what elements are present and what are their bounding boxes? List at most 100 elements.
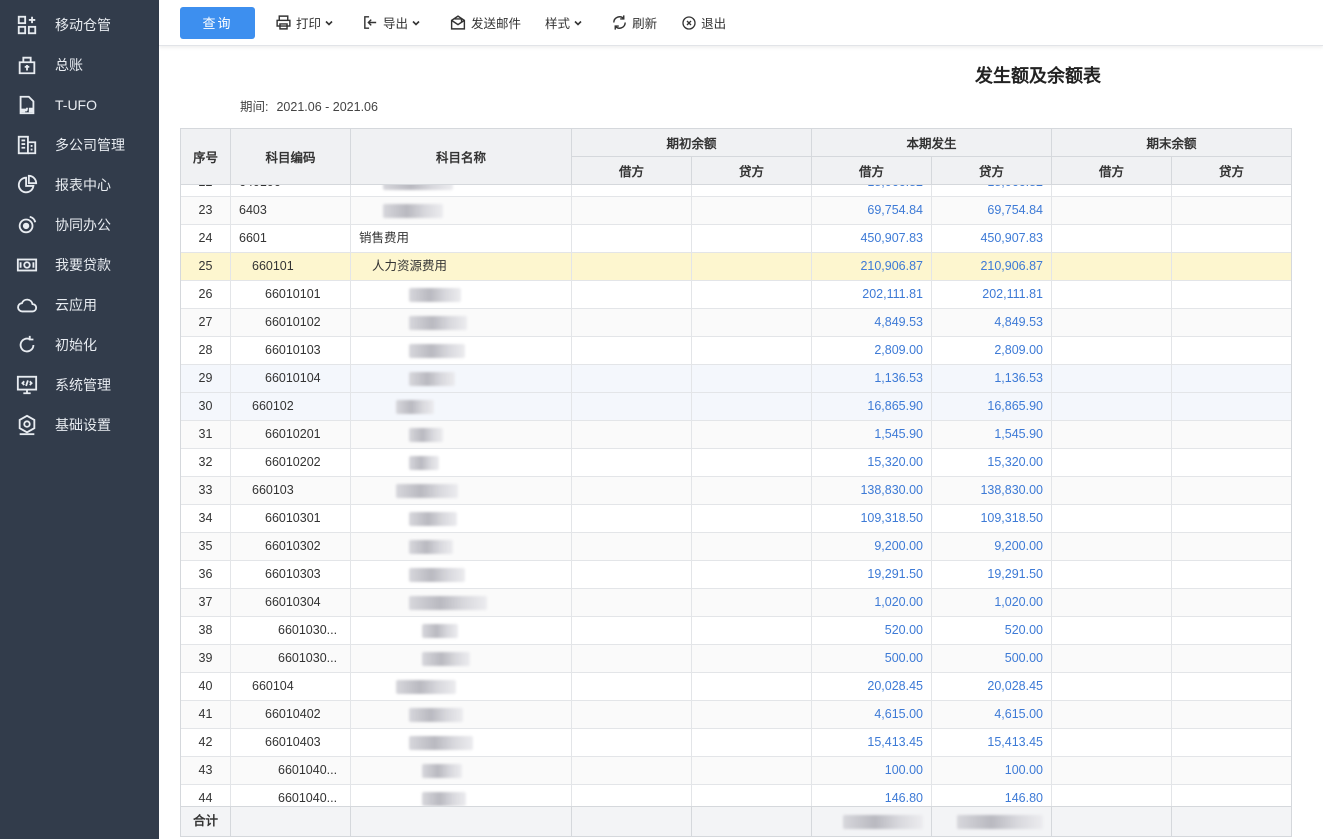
row-current-credit: 19,291.50 — [932, 561, 1052, 588]
total-opening-debit — [572, 807, 692, 836]
total-label: 合计 — [181, 807, 231, 836]
query-button[interactable]: 查询 — [180, 6, 255, 39]
row-current-credit: 1,545.90 — [932, 421, 1052, 448]
row-current-debit: 4,615.00 — [812, 701, 932, 728]
table-row[interactable]: 44 6601040... 146.80 146.80 — [181, 785, 1291, 808]
table-rows: 22640106 18,066.8218,066.82 236403 69,754.8… — [181, 185, 1291, 808]
table-row[interactable]: 43 6601040... 100.00 100.00 — [181, 757, 1291, 785]
print-menu[interactable]: 打印 — [275, 13, 338, 32]
style-menu[interactable]: 样式 — [545, 13, 587, 32]
sidebar-item-general-ledger[interactable]: 总账 — [0, 45, 159, 85]
redacted-name — [383, 185, 453, 190]
table-row[interactable]: 28 66010103 2,809.00 2,809.00 — [181, 337, 1291, 365]
table-row[interactable]: 37 66010304 1,020.00 1,020.00 — [181, 589, 1291, 617]
table-row[interactable]: 22640106 18,066.8218,066.82 — [181, 185, 1291, 197]
sidebar-item-report-center[interactable]: 报表中心 — [0, 165, 159, 205]
header-closing-credit[interactable]: 贷方 — [1172, 157, 1291, 185]
header-seq[interactable]: 序号 — [181, 129, 231, 185]
chevron-down-icon — [574, 20, 582, 26]
row-current-debit: 450,907.83 — [812, 225, 932, 252]
sidebar-item-label: T-UFO — [55, 97, 97, 113]
row-current-debit: 15,413.45 — [812, 729, 932, 756]
row-current-credit: 146.80 — [932, 785, 1052, 808]
sidebar-item-cloud-apps[interactable]: 云应用 — [0, 285, 159, 325]
row-closing-debit — [1052, 757, 1172, 784]
row-opening-credit — [692, 729, 812, 756]
table-row[interactable]: 25 660101 人力资源费用 210,906.87 210,906.87 — [181, 253, 1291, 281]
row-account-name — [351, 281, 572, 308]
table-row[interactable]: 32 66010202 15,320.00 15,320.00 — [181, 449, 1291, 477]
row-current-credit: 20,028.45 — [932, 673, 1052, 700]
table-row[interactable]: 39 6601030... 500.00 500.00 — [181, 645, 1291, 673]
redacted-name — [396, 483, 458, 498]
row-closing-debit — [1052, 185, 1172, 196]
row-account-name — [351, 393, 572, 420]
row-current-credit: 138,830.00 — [932, 477, 1052, 504]
row-opening-credit — [692, 757, 812, 784]
table-row[interactable]: 30 660102 16,865.90 16,865.90 — [181, 393, 1291, 421]
row-account-code: 66010102 — [231, 309, 351, 336]
row-seq: 27 — [181, 309, 231, 336]
header-current-debit[interactable]: 借方 — [812, 157, 932, 185]
table-row[interactable]: 41 66010402 4,615.00 4,615.00 — [181, 701, 1291, 729]
row-current-debit: 1,136.53 — [812, 365, 932, 392]
redacted-value — [843, 814, 923, 829]
row-opening-credit — [692, 309, 812, 336]
row-closing-credit — [1172, 197, 1291, 224]
table-row[interactable]: 40 660104 20,028.45 20,028.45 — [181, 673, 1291, 701]
header-opening-credit[interactable]: 贷方 — [692, 157, 812, 185]
row-account-code: 66010202 — [231, 449, 351, 476]
table-row[interactable]: 29 66010104 1,136.53 1,136.53 — [181, 365, 1291, 393]
export-menu[interactable]: 导出 — [362, 13, 425, 32]
row-closing-debit — [1052, 225, 1172, 252]
sidebar-item-mobile-warehouse[interactable]: 移动仓管 — [0, 5, 159, 45]
row-closing-credit — [1172, 309, 1291, 336]
table-row[interactable]: 38 6601030... 520.00 520.00 — [181, 617, 1291, 645]
table-row[interactable]: 31 66010201 1,545.90 1,545.90 — [181, 421, 1291, 449]
sidebar-item-multi-company[interactable]: 多公司管理 — [0, 125, 159, 165]
sidebar-item-system-admin[interactable]: 系统管理 — [0, 365, 159, 405]
redacted-name — [409, 343, 465, 358]
mail-icon — [450, 15, 466, 30]
table-row[interactable]: 27 66010102 4,849.53 4,849.53 — [181, 309, 1291, 337]
row-account-code: 66010403 — [231, 729, 351, 756]
table-row[interactable]: 36 66010303 19,291.50 19,291.50 — [181, 561, 1291, 589]
row-current-credit: 4,849.53 — [932, 309, 1052, 336]
refresh-button[interactable]: 刷新 — [611, 13, 657, 32]
code-monitor-icon — [15, 373, 39, 397]
sidebar-item-initialization[interactable]: 初始化 — [0, 325, 159, 365]
table-row[interactable]: 24 6601 销售费用 450,907.83 450,907.83 — [181, 225, 1291, 253]
sidebar-item-collaboration[interactable]: 协同办公 — [0, 205, 159, 245]
sidebar-item-t-ufo[interactable]: T-UFO — [0, 85, 159, 125]
row-closing-debit — [1052, 281, 1172, 308]
row-account-name — [351, 617, 572, 644]
table-row[interactable]: 34 66010301 109,318.50 109,318.50 — [181, 505, 1291, 533]
table-row[interactable]: 26 66010101 202,111.81 202,111.81 — [181, 281, 1291, 309]
send-email-button[interactable]: 发送邮件 — [449, 13, 521, 32]
row-current-debit: 146.80 — [812, 785, 932, 808]
sidebar-item-basic-settings[interactable]: 基础设置 — [0, 405, 159, 445]
row-current-credit: 16,865.90 — [932, 393, 1052, 420]
row-seq: 36 — [181, 561, 231, 588]
row-opening-debit — [572, 477, 692, 504]
table-row[interactable]: 33 660103 138,830.00 138,830.00 — [181, 477, 1291, 505]
report-title: 发生额及余额表 — [975, 66, 1101, 86]
table-row[interactable]: 42 66010403 15,413.45 15,413.45 — [181, 729, 1291, 757]
row-closing-debit — [1052, 645, 1172, 672]
header-opening-debit[interactable]: 借方 — [572, 157, 692, 185]
sidebar-item-loan[interactable]: 我要贷款 — [0, 245, 159, 285]
table-row[interactable]: 23 6403 69,754.84 69,754.84 — [181, 197, 1291, 225]
period-value: 2021.06 - 2021.06 — [276, 100, 378, 114]
header-closing-debit[interactable]: 借方 — [1052, 157, 1172, 185]
row-seq: 28 — [181, 337, 231, 364]
row-closing-credit — [1172, 505, 1291, 532]
table-row[interactable]: 35 66010302 9,200.00 9,200.00 — [181, 533, 1291, 561]
exit-button[interactable]: 退出 — [681, 13, 726, 32]
row-current-debit: 18,066.82 — [812, 185, 932, 196]
total-closing-credit — [1172, 807, 1291, 836]
header-current-credit[interactable]: 贷方 — [932, 157, 1052, 185]
header-code[interactable]: 科目编码 — [231, 129, 351, 185]
row-closing-credit — [1172, 729, 1291, 756]
header-name[interactable]: 科目名称 — [351, 129, 572, 185]
table-body[interactable]: 22640106 18,066.8218,066.82 236403 69,754.8… — [181, 185, 1291, 808]
